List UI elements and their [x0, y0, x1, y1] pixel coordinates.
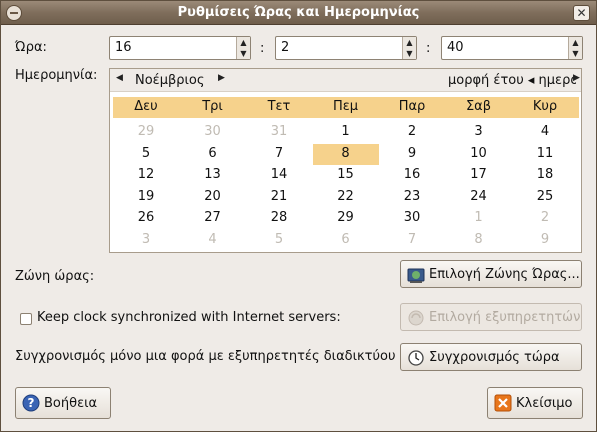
title-bar[interactable]: Ρυθμίσεις Ώρας και Ημερομηνίας ✕: [1, 1, 596, 25]
minute-spinbox[interactable]: 2 ▲ ▼: [275, 36, 417, 60]
calendar-day[interactable]: 23: [379, 187, 445, 208]
time-separator: :: [260, 41, 265, 56]
timezone-icon: [407, 268, 425, 283]
next-month-icon[interactable]: ▶: [218, 73, 225, 83]
calendar-day-other-month[interactable]: 4: [180, 230, 246, 251]
dialog-window: Ρυθμίσεις Ώρας και Ημερομηνίας ✕ Ώρα: 16…: [0, 0, 597, 432]
weekday-label: Κυρ: [532, 99, 558, 114]
sync-checkbox[interactable]: [20, 313, 32, 325]
calendar-day[interactable]: 27: [180, 208, 246, 229]
select-servers-button[interactable]: Επιλογή εξυπηρετητών: [400, 303, 582, 331]
calendar-day[interactable]: 16: [379, 165, 445, 186]
calendar-day[interactable]: 11: [512, 144, 578, 165]
calendar-day[interactable]: 2: [379, 122, 445, 143]
close-window-button[interactable]: ✕: [573, 5, 590, 21]
hour-value: 16: [115, 40, 132, 55]
close-icon: [494, 394, 512, 412]
calendar-header: ◀ Νοέμβριος ▶ μορφή έτου ◂ ημερο ▶: [110, 69, 581, 92]
timezone-label: Ζώνη ώρας:: [15, 269, 95, 284]
calendar-day[interactable]: 3: [446, 122, 512, 143]
calendar-day[interactable]: 14: [246, 165, 312, 186]
calendar-day[interactable]: 25: [512, 187, 578, 208]
calendar-day[interactable]: 10: [446, 144, 512, 165]
calendar-day[interactable]: 21: [246, 187, 312, 208]
hour-up-icon[interactable]: ▲: [237, 37, 250, 48]
calendar-day-other-month[interactable]: 31: [246, 122, 312, 143]
select-timezone-button[interactable]: Επιλογή Ζώνης Ώρας...: [400, 260, 582, 288]
time-label: Ώρα:: [15, 40, 47, 55]
second-value: 40: [447, 40, 464, 55]
time-separator: :: [426, 41, 431, 56]
calendar-day-other-month[interactable]: 29: [113, 122, 179, 143]
hour-down-icon[interactable]: ▼: [237, 48, 250, 59]
prev-month-icon[interactable]: ◀: [116, 73, 123, 83]
calendar-day[interactable]: 29: [313, 208, 379, 229]
weekday-label: Τετ: [267, 99, 291, 114]
close-button[interactable]: Κλείσιμο: [487, 387, 583, 419]
weekday-label: Τρι: [202, 99, 223, 114]
calendar-day[interactable]: 4: [512, 122, 578, 143]
calendar-day[interactable]: 1: [313, 122, 379, 143]
weekday-label: Παρ: [398, 99, 426, 114]
second-down-icon[interactable]: ▼: [569, 48, 582, 59]
calendar-day-other-month[interactable]: 6: [313, 230, 379, 251]
sync-now-button[interactable]: Συγχρονισμός τώρα: [400, 343, 582, 371]
second-up-icon[interactable]: ▲: [569, 37, 582, 48]
help-button[interactable]: ? Βοήθεια: [15, 387, 111, 419]
calendar-day-other-month[interactable]: 1: [446, 208, 512, 229]
calendar-day-other-month[interactable]: 5: [246, 230, 312, 251]
calendar-day-other-month[interactable]: 7: [379, 230, 445, 251]
servers-icon: [408, 310, 424, 326]
minute-up-icon[interactable]: ▲: [403, 37, 416, 48]
sync-once-label: Συγχρονισμός μόνο μια φορά με εξυπηρετητ…: [15, 349, 396, 364]
minute-value: 2: [281, 40, 290, 55]
calendar-day-other-month[interactable]: 3: [113, 230, 179, 251]
minute-down-icon[interactable]: ▼: [403, 48, 416, 59]
next-year-icon[interactable]: ▶: [573, 73, 580, 83]
weekday-header: Δευ Τρι Τετ Πεμ Παρ Σαβ Κυρ: [113, 97, 579, 118]
select-servers-label: Επιλογή εξυπηρετητών: [429, 310, 581, 325]
calendar-day-other-month[interactable]: 8: [446, 230, 512, 251]
sync-checkbox-label[interactable]: Keep clock synchronized with Internet se…: [37, 310, 341, 325]
calendar-day[interactable]: 26: [113, 208, 179, 229]
sync-now-label: Συγχρονισμός τώρα: [429, 350, 560, 365]
calendar-day[interactable]: 30: [379, 208, 445, 229]
calendar-day[interactable]: 28: [246, 208, 312, 229]
calendar-day[interactable]: 9: [379, 144, 445, 165]
weekday-label: Σαβ: [465, 99, 492, 114]
calendar-day[interactable]: 12: [113, 165, 179, 186]
second-spinbox[interactable]: 40 ▲ ▼: [441, 36, 583, 60]
date-label: Ημερομηνία:: [15, 68, 98, 83]
svg-text:?: ?: [28, 396, 35, 410]
help-label: Βοήθεια: [44, 396, 98, 411]
weekday-label: Πεμ: [332, 99, 359, 114]
window-title: Ρυθμίσεις Ώρας και Ημερομηνίας: [177, 5, 420, 20]
year-selector[interactable]: μορφή έτου ◂ ημερο: [448, 73, 576, 88]
calendar-day[interactable]: 13: [180, 165, 246, 186]
clock-icon: [408, 350, 424, 366]
calendar-day-other-month[interactable]: 2: [512, 208, 578, 229]
calendar-day[interactable]: 15: [313, 165, 379, 186]
calendar-day[interactable]: 20: [180, 187, 246, 208]
month-label: Νοέμβριος: [135, 73, 205, 88]
calendar-day[interactable]: 8: [312, 143, 379, 165]
calendar-day[interactable]: 7: [246, 144, 312, 165]
select-timezone-label: Επιλογή Ζώνης Ώρας...: [429, 267, 580, 282]
calendar-day[interactable]: 18: [512, 165, 578, 186]
weekday-label: Δευ: [134, 99, 158, 114]
calendar-day[interactable]: 24: [446, 187, 512, 208]
calendar-day[interactable]: 19: [113, 187, 179, 208]
calendar-day[interactable]: 17: [446, 165, 512, 186]
help-icon: ?: [22, 394, 40, 412]
hour-spinbox[interactable]: 16 ▲ ▼: [109, 36, 251, 60]
calendar[interactable]: ◀ Νοέμβριος ▶ μορφή έτου ◂ ημερο ▶ Δευ Τρ…: [109, 68, 582, 253]
calendar-day-other-month[interactable]: 9: [512, 230, 578, 251]
close-label: Κλείσιμο: [516, 396, 573, 411]
calendar-day[interactable]: 22: [313, 187, 379, 208]
calendar-day-other-month[interactable]: 30: [180, 122, 246, 143]
calendar-day[interactable]: 5: [113, 144, 179, 165]
calendar-day[interactable]: 6: [180, 144, 246, 165]
